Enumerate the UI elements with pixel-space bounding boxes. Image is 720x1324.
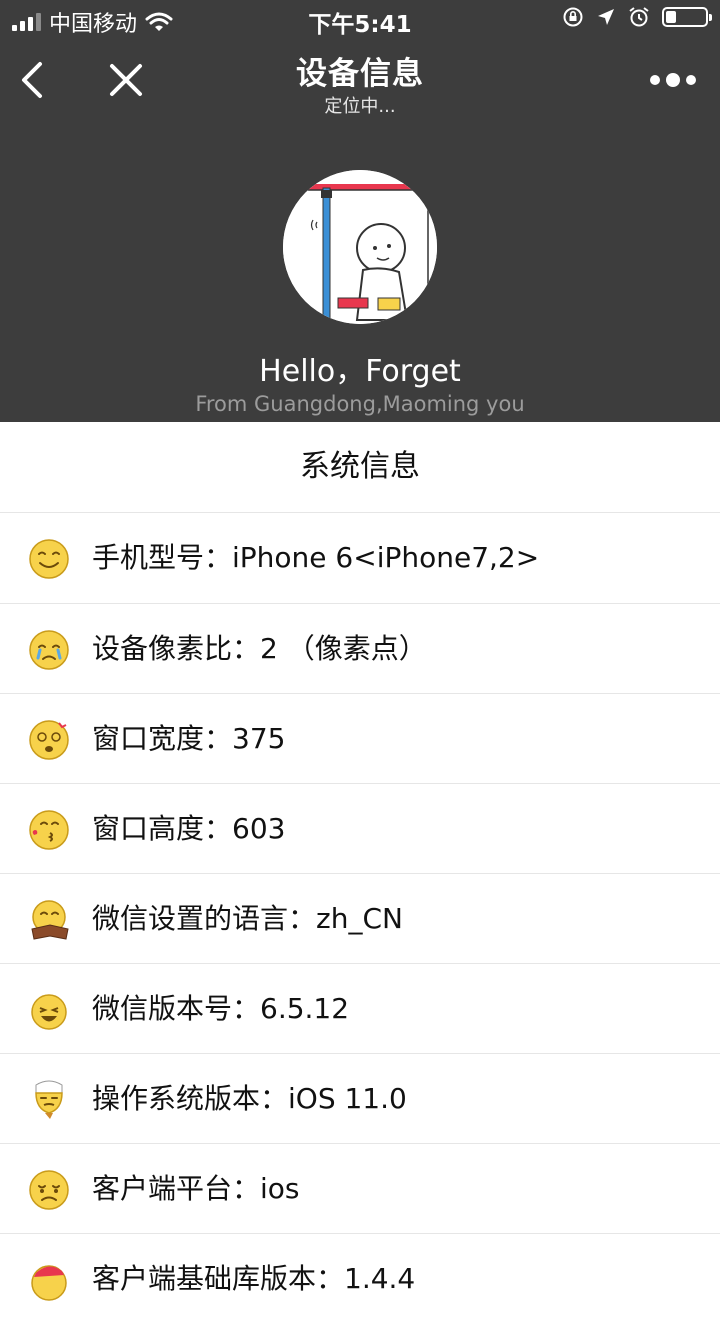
list-item-phone-model[interactable]: 手机型号：iPhone 6<iPhone7,2> (0, 513, 720, 603)
list-item-window-height[interactable]: 窗口高度：603 (0, 784, 720, 874)
list-item-wechat-version[interactable]: 微信版本号：6.5.12 (0, 964, 720, 1054)
list-item-label: 微信版本号：6.5.12 (92, 992, 350, 1025)
list-item-label: 客户端基础库版本：1.4.4 (92, 1262, 416, 1295)
avatar-illustration (283, 170, 437, 324)
bandage-emoji-icon (35, 1080, 63, 1119)
list-item-label: 窗口宽度：375 (92, 722, 286, 755)
list-item-window-width[interactable]: 窗口宽度：375 (0, 694, 720, 784)
rotation-lock-icon (563, 7, 583, 27)
crying-emoji-icon (29, 630, 69, 670)
list-item-sdk-version[interactable]: 客户端基础库版本：1.4.4 (0, 1234, 720, 1324)
dizzy-emoji-icon (29, 720, 69, 760)
list-item-label: 操作系统版本：iOS 11.0 (92, 1082, 407, 1115)
list-item-label: 手机型号：iPhone 6<iPhone7,2> (92, 541, 540, 574)
avatar[interactable] (283, 170, 437, 324)
list-item-pixel-ratio[interactable]: 设备像素比：2 （像素点） (0, 604, 720, 694)
section-title: 系统信息 (300, 449, 420, 484)
list-item-language[interactable]: 微信设置的语言：zh_CN (0, 874, 720, 964)
page-subtitle: 定位中... (324, 96, 396, 117)
status-right (562, 6, 712, 28)
smile-emoji-icon (29, 539, 69, 579)
list-item-label: 窗口高度：603 (92, 812, 286, 845)
more-dots-icon[interactable] (648, 68, 698, 92)
location-text: From Guangdong,Maoming you (195, 392, 525, 416)
sad-emoji-icon (29, 1170, 69, 1210)
list-item-os-version[interactable]: 操作系统版本：iOS 11.0 (0, 1054, 720, 1144)
list-item-label: 设备像素比：2 （像素点） (92, 632, 427, 665)
greeting-text: Hello，Forget (259, 354, 461, 389)
page-title: 设备信息 (296, 56, 424, 92)
list-item-client-platform[interactable]: 客户端平台：ios (0, 1144, 720, 1234)
location-arrow-icon (598, 9, 614, 25)
alarm-icon (629, 7, 649, 27)
kiss-emoji-icon (29, 810, 69, 850)
navigation-bar: 设备信息 定位中... (0, 40, 720, 128)
status-bar: 中国移动 下午5:41 (0, 0, 720, 40)
battery-icon (662, 7, 712, 27)
list-item-label: 微信设置的语言：zh_CN (92, 902, 403, 935)
laughing-emoji-icon (31, 994, 67, 1030)
list-item-label: 客户端平台：ios (92, 1172, 300, 1205)
reading-emoji-icon (31, 900, 69, 940)
hat-emoji-icon (31, 1265, 67, 1301)
